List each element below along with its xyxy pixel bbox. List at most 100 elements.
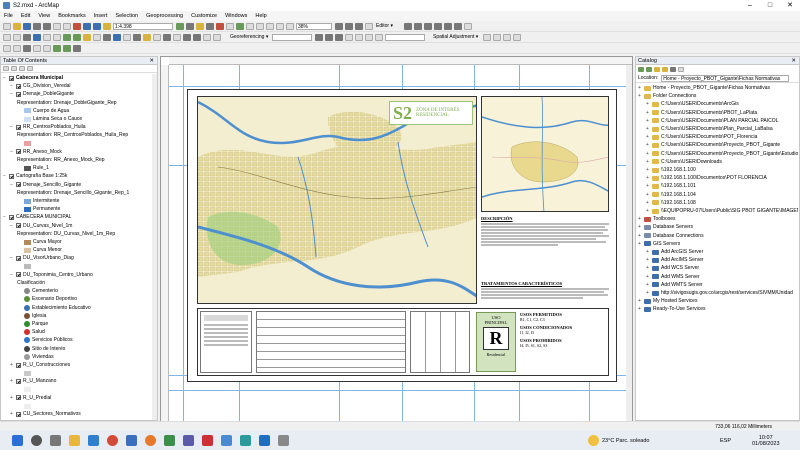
arctoolbox-icon[interactable] [216,22,224,30]
fixed-zoom-out-icon[interactable] [53,33,61,41]
modelbuilder-icon[interactable] [236,22,244,30]
input-language[interactable]: ESP [720,438,731,444]
editor-toolbar-icon[interactable] [176,22,184,30]
catalog-tree-item[interactable]: + C:\Users\USER\Documents\Proyecto_PBOT_G… [646,150,798,158]
expand-icon[interactable]: + [646,117,651,125]
app-icon[interactable] [278,435,289,446]
catalog-tree-item[interactable]: + C:\Users\USER\Documents\PBOT_LaPlata [646,109,757,117]
up-level-icon[interactable] [654,67,660,72]
toc-layer-row[interactable]: − RR_Anexo_Mock [10,148,62,156]
collapse-icon[interactable]: − [10,254,15,262]
collapse-icon[interactable]: − [10,222,15,230]
toc-layer-row[interactable]: − Drenaje_Sencillo_Gigante [10,181,81,189]
toc-layer-row[interactable]: − Cartografía Base 1:25k [3,172,67,180]
word-icon[interactable] [126,435,137,446]
legend-symbol-swatch[interactable] [24,116,31,122]
toc-close-icon[interactable]: ✕ [149,57,154,65]
collapse-icon[interactable]: − [10,271,15,279]
catalog-tree-item[interactable]: + Folder Connections [638,92,696,100]
toc-layer-row[interactable]: Intermitente [24,197,59,205]
expand-icon[interactable]: + [646,248,651,256]
select-elements-icon[interactable] [103,33,111,41]
expand-icon[interactable]: + [646,199,651,207]
collapse-icon[interactable]: − [10,123,15,131]
list-by-selection-icon[interactable] [27,66,33,71]
zoom-whole-page-icon[interactable] [266,22,274,30]
print-icon[interactable] [33,22,41,30]
undo-icon[interactable] [83,22,91,30]
menu-bookmarks[interactable]: Bookmarks [58,13,86,19]
layer-visibility-checkbox[interactable] [9,214,14,220]
toc-layer-row[interactable]: + R_U_Manzano [10,377,56,385]
menu-customize[interactable]: Customize [191,13,217,19]
collapse-icon[interactable]: − [10,148,15,156]
layer-visibility-checkbox[interactable] [9,75,14,81]
locator-map-frame[interactable] [481,96,609,212]
weather-widget[interactable]: 23°C Parc. soleado [588,435,649,446]
collapse-icon[interactable]: − [10,82,15,90]
catalog-tree-item[interactable]: + Ready-To-Use Services [638,305,706,313]
layout-change-icon[interactable] [355,22,363,30]
catalog-tree-item[interactable]: + My Hosted Services [638,297,697,305]
toc-layer-row[interactable]: Representation: Drenaje_DobleGigante_Rep [17,99,117,107]
collapse-icon[interactable]: − [3,74,8,82]
catalog-tree-item[interactable]: + Add WMTS Server [646,281,703,289]
catalog-tree-item[interactable]: + C:\Users\USER\Documents\POT_Florencia [646,133,757,141]
data-driven-pages-icon[interactable] [365,22,373,30]
back-icon[interactable] [638,67,644,72]
catalog-tree-item[interactable]: + \\192.168.1.100\Documentos\POT FLORENCI… [646,174,767,182]
menu-insert[interactable]: Insert [94,13,108,19]
hyperlink-icon[interactable] [143,33,151,41]
toc-layer-row[interactable]: − Cabecera Municipal [3,74,63,82]
view-link-table-icon[interactable] [355,33,363,41]
expand-icon[interactable]: + [646,150,651,158]
find-route-icon[interactable] [173,33,181,41]
catalog-tree-item[interactable]: + Toolboxes [638,215,676,223]
go-back-extent-icon[interactable] [63,33,71,41]
toc-layer-row[interactable]: Escenario Deportivo [24,295,77,303]
toc-layer-row[interactable]: + R_U_Construcciones [10,361,70,369]
layer-visibility-checkbox[interactable] [16,395,21,401]
legend-point-symbol-icon[interactable] [24,288,30,295]
catalog-tree-item[interactable]: + http://sivigosugis.gov.co/arcgis/rest/s… [646,289,793,297]
font-combo[interactable] [385,33,425,41]
guide-line[interactable] [169,86,632,87]
open-icon[interactable] [13,22,21,30]
excel-icon[interactable] [164,435,175,446]
collapse-icon[interactable]: − [3,213,8,221]
zoom-out-icon[interactable] [13,33,21,41]
close-button[interactable]: ✕ [780,0,800,11]
measure-icon[interactable] [133,33,141,41]
page-back-icon[interactable] [286,22,294,30]
firefox-icon[interactable] [145,435,156,446]
legend-symbol-swatch[interactable] [24,370,31,376]
legend-symbol-swatch[interactable] [24,387,31,393]
menu-help[interactable]: Help [255,13,266,19]
toc-layer-row[interactable]: − DU_Toponimia_Centro_Urbano [10,271,93,279]
draw-text-icon[interactable] [375,33,383,41]
expand-icon[interactable]: + [646,125,651,133]
legend-point-symbol-icon[interactable] [24,304,30,311]
toc-layer-row[interactable]: Representation: Drenaje_Sencillo_Gigante… [17,189,129,197]
expand-icon[interactable]: + [10,377,15,385]
legend-point-symbol-icon[interactable] [24,296,30,303]
legend-point-symbol-icon[interactable] [24,329,30,336]
layer-visibility-checkbox[interactable] [16,255,21,261]
catalog-tree-item[interactable]: + Home - Proyecto_PBOT_Gigante\Fichas Nor… [638,84,770,92]
layer-visibility-checkbox[interactable] [9,173,14,179]
adjust-icon[interactable] [483,33,491,41]
layer-visibility-checkbox[interactable] [16,149,21,155]
layer-visibility-checkbox[interactable] [16,223,21,229]
layout-zoom-out-icon[interactable] [13,44,21,52]
toc-scrollbar[interactable] [152,74,157,420]
zoom-in-fixed-icon[interactable] [246,22,254,30]
toc-layer-row[interactable]: Clasificación [17,279,45,287]
new-displacement-link-icon[interactable] [493,33,501,41]
scale-icon[interactable] [335,33,343,41]
toc-layer-row[interactable] [24,140,33,148]
multiple-displacement-icon[interactable] [513,33,521,41]
legend-symbol-swatch[interactable] [24,141,31,147]
go-forward-extent-icon[interactable] [73,33,81,41]
layout-zoom-100-icon[interactable] [43,44,51,52]
toc-layer-row[interactable]: Parque [24,320,48,328]
